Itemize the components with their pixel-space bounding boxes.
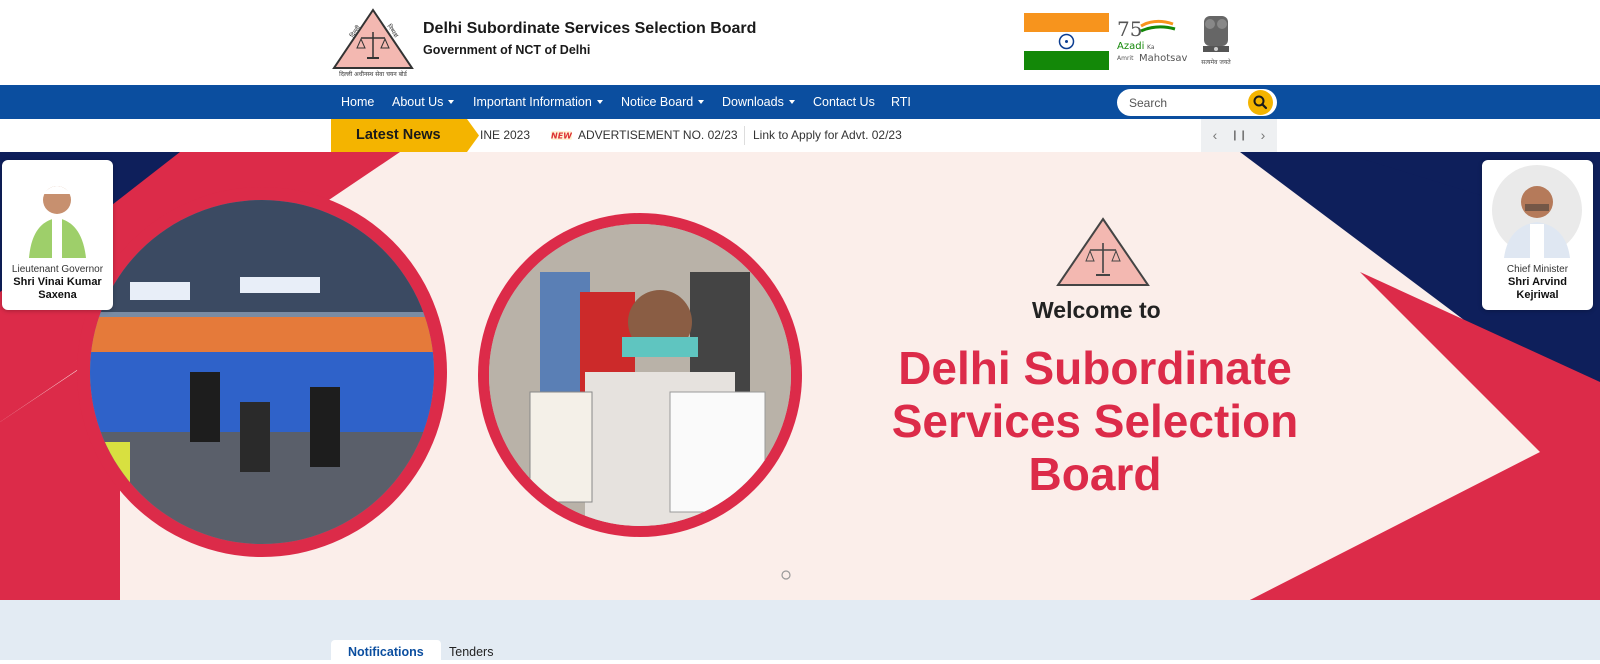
banner-title-line: Services Selection: [891, 395, 1299, 447]
carousel-dot: [781, 570, 791, 580]
site-header: दिल्ली निष्पक्ष दिल्ली अधीनस्थ सेवा चयन …: [0, 0, 1600, 85]
ticker-item[interactable]: INE 2023: [480, 119, 530, 152]
banner-title-line: Board: [1028, 448, 1162, 500]
person-name: Shri Arvind Kejriwal: [1508, 276, 1567, 301]
svg-text:75: 75: [1117, 17, 1142, 41]
nav-item-home[interactable]: Home: [341, 85, 374, 119]
national-emblem-icon: सत्यमेव जयते: [1201, 16, 1231, 66]
chevron-down-icon: [788, 100, 795, 104]
india-flag-icon: [1024, 13, 1109, 70]
content-section: Notifications Tenders: [0, 600, 1600, 664]
svg-text:Amrit: Amrit: [1117, 55, 1134, 62]
ticker-next-button[interactable]: ›: [1251, 119, 1275, 152]
dsssb-logo-icon[interactable]: दिल्ली निष्पक्ष दिल्ली अधीनस्थ सेवा चयन …: [331, 8, 415, 78]
chevron-down-icon: [448, 100, 455, 104]
ticker-divider: [744, 126, 745, 145]
logo-caption: दिल्ली अधीनस्थ सेवा चयन बोर्ड: [339, 70, 408, 78]
person-role: Chief Minister: [1506, 264, 1569, 275]
svg-text:Mahotsav: Mahotsav: [1139, 53, 1187, 64]
nav-item-downloads[interactable]: Downloads: [722, 85, 795, 119]
chief-minister-avatar: [1492, 165, 1582, 258]
emblem-caption: सत्यमेव जयते: [1201, 58, 1231, 66]
search-icon: [1253, 95, 1268, 110]
candidate-photo: [478, 213, 802, 537]
nav-item-contact-us[interactable]: Contact Us: [813, 85, 875, 119]
chevron-down-icon: [596, 100, 603, 104]
banner-background: [0, 152, 1600, 600]
nav-item-notice-board[interactable]: Notice Board: [621, 85, 705, 119]
org-title: Delhi Subordinate Services Selection Boa…: [423, 20, 757, 37]
lieutenant-governor-avatar: [29, 186, 86, 258]
ticker-pause-button[interactable]: ❙❙: [1227, 119, 1251, 152]
svg-text:NEW: NEW: [551, 132, 572, 141]
chevron-left-icon: ‹: [1212, 127, 1218, 143]
person-role: Lieutenant Governor: [11, 264, 104, 275]
ticker-prev-button[interactable]: ‹: [1203, 119, 1227, 152]
hero-banner: Welcome to Delhi Subordinate Services Se…: [0, 152, 1600, 600]
nav-item-about-us[interactable]: About Us: [392, 85, 455, 119]
search-button[interactable]: [1248, 90, 1273, 115]
tab-notifications[interactable]: Notifications: [331, 640, 441, 664]
search-input[interactable]: [1129, 93, 1244, 112]
ticker-controls: ‹ ❙❙ ›: [1201, 119, 1277, 152]
chief-minister-card[interactable]: Chief Minister Shri Arvind Kejriwal: [1482, 160, 1593, 310]
nav-item-important-information[interactable]: Important Information: [473, 85, 603, 119]
main-navigation: Home About Us Important Information Noti…: [0, 85, 1600, 119]
person-name: Shri Vinai Kumar Saxena: [13, 276, 102, 301]
azadi-ka-amrit-mahotsav-logo-icon: 75 Azadi Ka Amrit Mahotsav: [1117, 17, 1187, 64]
tab-tenders[interactable]: Tenders: [432, 640, 510, 664]
chevron-down-icon: [698, 100, 705, 104]
org-subtitle: Government of NCT of Delhi: [423, 43, 591, 57]
lieutenant-governor-card[interactable]: Lieutenant Governor Shri Vinai Kumar Sax…: [2, 160, 113, 310]
svg-text:Ka: Ka: [1147, 44, 1155, 51]
welcome-text: Welcome to: [1032, 297, 1161, 323]
banner-logo-icon: [1056, 217, 1150, 286]
exam-hall-photo: [77, 187, 447, 557]
search-box: [1117, 89, 1277, 116]
ticker-item[interactable]: ADVERTISEMENT NO. 02/23: [578, 119, 738, 152]
svg-text:Azadi: Azadi: [1117, 41, 1144, 52]
ticker-item[interactable]: Link to Apply for Advt. 02/23: [753, 119, 902, 152]
nav-item-rti[interactable]: RTI: [891, 85, 911, 119]
chevron-right-icon: ›: [1260, 127, 1266, 143]
news-ticker: Latest News INE 2023 NEW ADVERTISEMENT N…: [0, 119, 1600, 152]
latest-news-label: Latest News: [356, 127, 441, 143]
new-badge-icon: NEW: [551, 131, 572, 140]
pause-icon: ❙❙: [1230, 130, 1248, 141]
banner-title-line: Delhi Subordinate: [898, 342, 1292, 394]
